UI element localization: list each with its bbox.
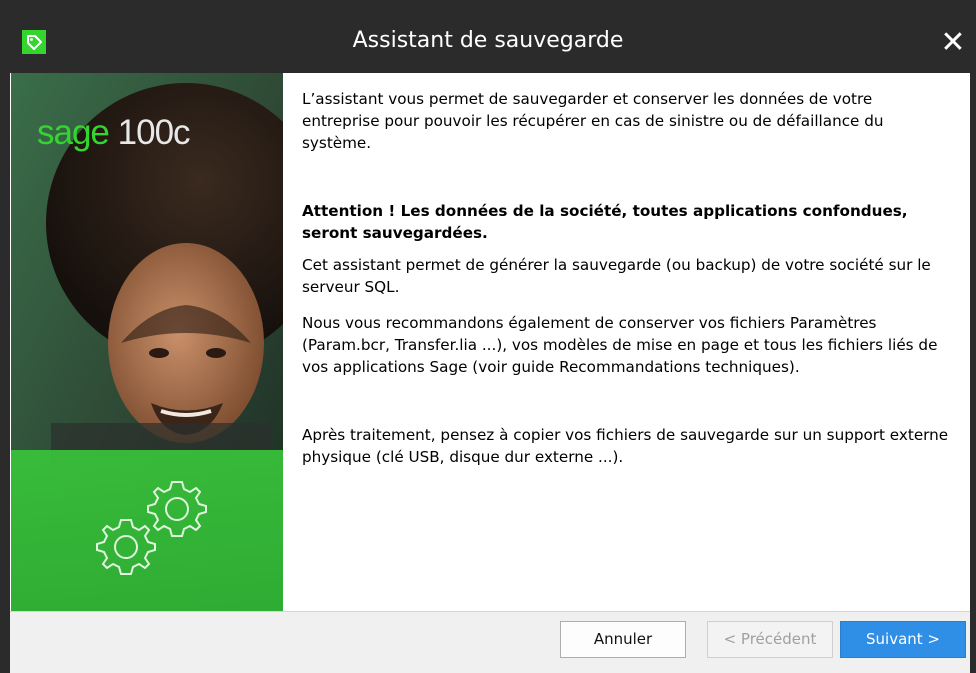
banner-photo <box>11 73 283 612</box>
warning-paragraph: Attention ! Les données de la société, t… <box>302 202 908 242</box>
previous-button[interactable]: < Précédent <box>707 621 833 658</box>
sql-paragraph: Cet assistant permet de générer la sauve… <box>302 256 931 296</box>
logo-brand: sage <box>37 113 110 152</box>
logo-product: 100c <box>117 113 191 152</box>
after-processing-paragraph: Après traitement, pensez à copier vos fi… <box>302 426 949 466</box>
intro-paragraph: L’assistant vous permet de sauvegarder e… <box>302 90 884 152</box>
sidebar-banner: sage 100c <box>11 73 283 612</box>
window-title: Assistant de sauvegarde <box>352 28 624 53</box>
close-icon: ✕ <box>940 26 966 59</box>
close-button[interactable]: ✕ <box>936 26 970 60</box>
cancel-button[interactable]: Annuler <box>560 621 686 658</box>
title-bar: Assistant de sauvegarde ✕ <box>0 0 976 73</box>
next-button[interactable]: Suivant > <box>840 621 966 658</box>
wizard-window: Assistant de sauvegarde ✕ sage 100c L’as… <box>0 0 976 673</box>
sage-logo: sage 100c <box>37 113 191 153</box>
recommendation-paragraph: Nous vous recommandons également de cons… <box>302 314 938 376</box>
